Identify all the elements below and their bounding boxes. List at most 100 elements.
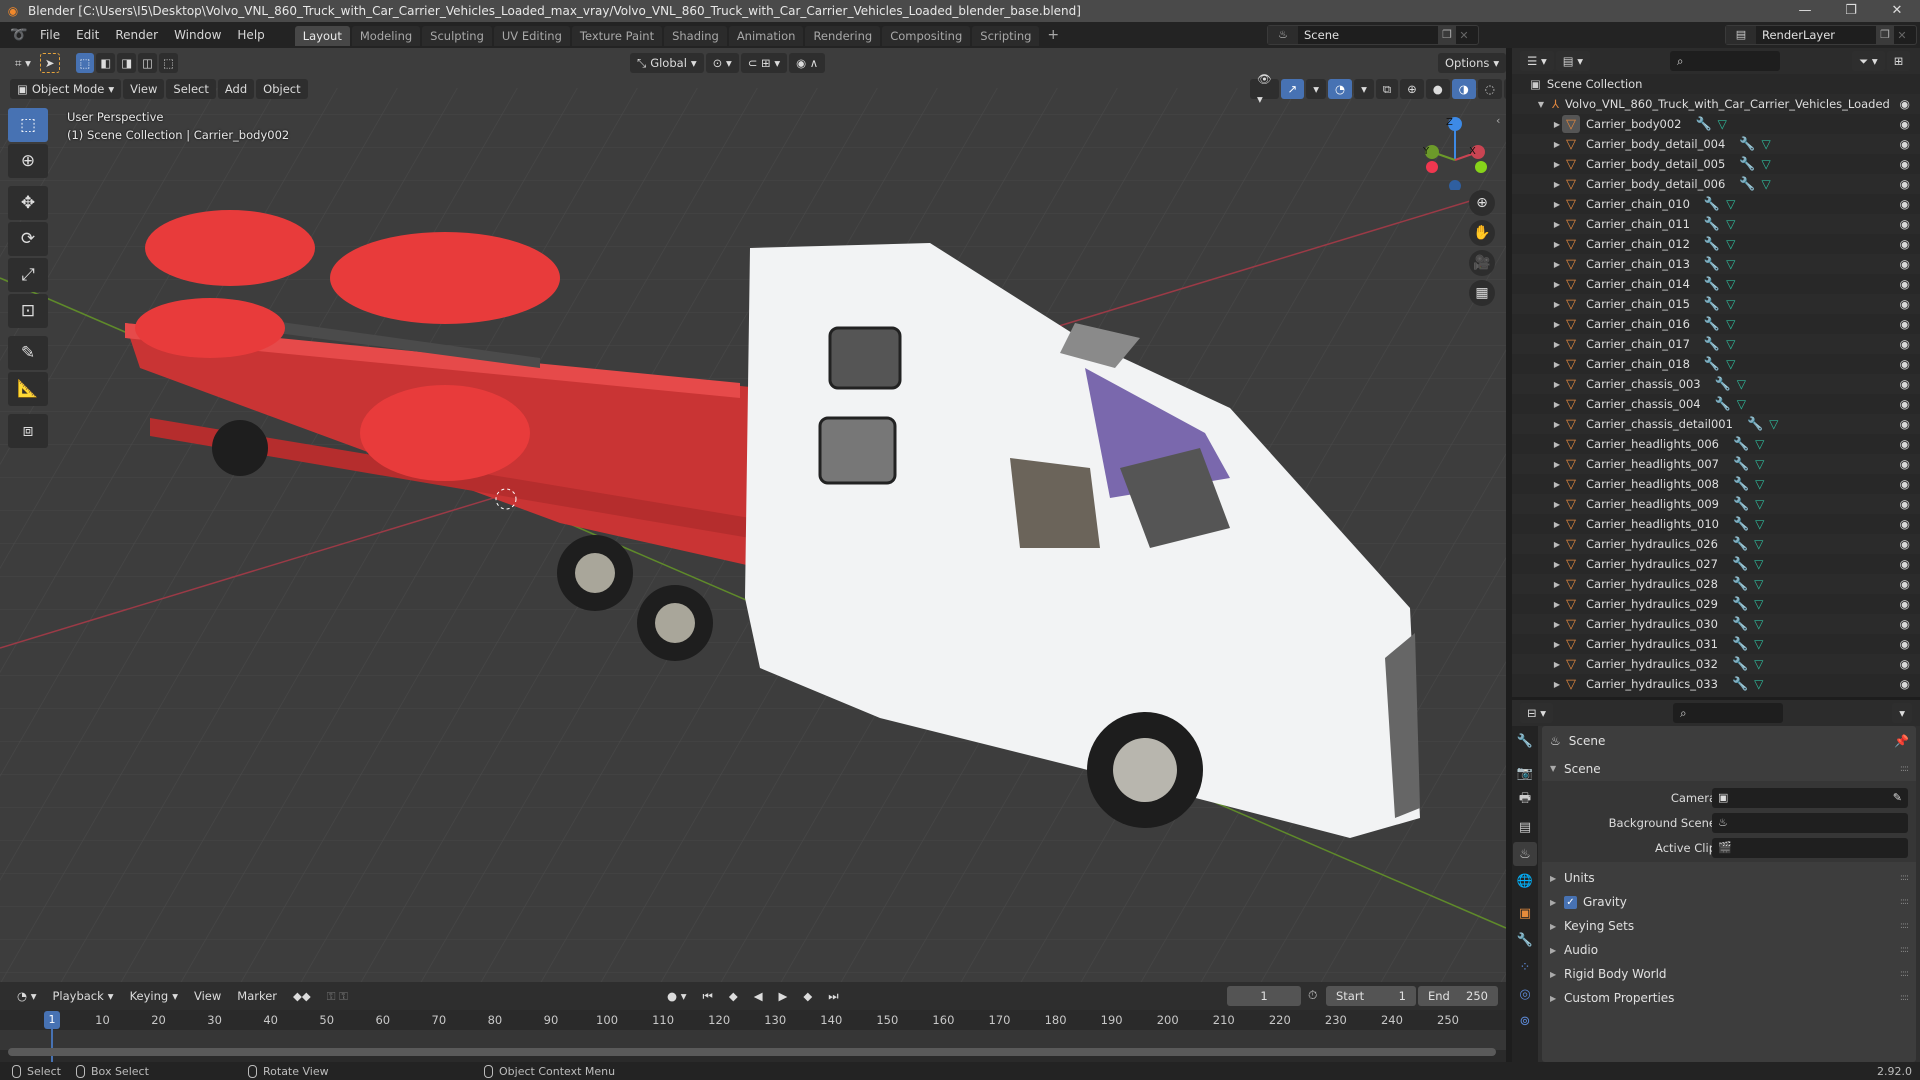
visibility-eye-icon[interactable]: ◉	[1900, 617, 1910, 631]
gravity-checkbox[interactable]: ✓	[1564, 895, 1577, 909]
display-mode-dropdown[interactable]: ▤ ▾	[1555, 51, 1591, 71]
scene-collection-row[interactable]: ▣ Scene Collection	[1512, 74, 1920, 94]
properties-editor-type-icon[interactable]: ⊟ ▾	[1520, 703, 1554, 723]
drag-handle-icon[interactable]: ::::	[1900, 993, 1909, 1003]
modifier-wrench-icon[interactable]: 🔧	[1704, 277, 1720, 292]
modifier-wrench-icon[interactable]: 🔧	[1715, 377, 1731, 392]
expand-triangle-icon[interactable]: ▶	[1552, 340, 1562, 349]
modifier-wrench-icon[interactable]: 🔧	[1704, 317, 1720, 332]
object-name[interactable]: Carrier_chain_010	[1586, 197, 1690, 211]
pin-icon[interactable]: 📌	[1894, 734, 1909, 748]
camera-field[interactable]: ▣ ✎	[1712, 787, 1908, 808]
playback-menu[interactable]: Playback ▾	[45, 986, 121, 1006]
outliner-editor-type-icon[interactable]: ☰ ▾	[1520, 51, 1554, 71]
view-layer-name[interactable]: RenderLayer	[1756, 28, 1876, 42]
modifier-wrench-icon[interactable]: 🔧	[1704, 217, 1720, 232]
tab-texture-paint[interactable]: Texture Paint	[571, 26, 663, 46]
object-tab-icon[interactable]: ▣	[1513, 901, 1537, 925]
object-name[interactable]: Carrier_body_detail_006	[1586, 177, 1725, 191]
mesh-data-icon[interactable]: ▽	[1726, 337, 1735, 351]
delete-view-layer-icon[interactable]: ✕	[1894, 29, 1910, 42]
visibility-eye-icon[interactable]: ◉	[1900, 277, 1910, 291]
mesh-data-icon[interactable]: ▽	[1726, 317, 1735, 331]
tab-shading[interactable]: Shading	[664, 26, 727, 46]
modifier-wrench-icon[interactable]: 🔧	[1732, 637, 1748, 652]
keying-menu[interactable]: Keying ▾	[122, 986, 185, 1006]
menu-help[interactable]: Help	[229, 22, 272, 48]
menu-object[interactable]: Object	[256, 79, 308, 99]
outliner-search-input[interactable]: ⌕	[1670, 51, 1781, 71]
tab-layout[interactable]: Layout	[294, 26, 350, 46]
modifier-wrench-icon[interactable]: 🔧	[1732, 617, 1748, 632]
object-name[interactable]: Carrier_headlights_008	[1586, 477, 1719, 491]
play-button[interactable]: ▶	[771, 986, 795, 1006]
world-tab-icon[interactable]: 🌐	[1513, 869, 1537, 893]
object-name[interactable]: Carrier_headlights_007	[1586, 457, 1719, 471]
tab-compositing[interactable]: Compositing	[882, 26, 971, 46]
jump-start-button[interactable]: ⏮	[695, 986, 720, 1006]
expand-triangle-icon[interactable]: ▶	[1552, 680, 1562, 689]
select-mode-subtract-icon[interactable]: ◨	[117, 53, 137, 73]
section-rigid-body-world[interactable]: ▶ Rigid Body World::::	[1542, 962, 1916, 986]
active-clip-field[interactable]: 🎬	[1712, 837, 1908, 858]
end-frame-field[interactable]: End 250	[1418, 986, 1498, 1006]
expand-triangle-icon[interactable]: ▶	[1552, 360, 1562, 369]
scene-name[interactable]: Scene	[1298, 28, 1438, 42]
mesh-data-icon[interactable]: ▽	[1754, 637, 1763, 651]
measure-tool[interactable]: 📐	[8, 372, 48, 406]
select-mode-extend-icon[interactable]: ◧	[96, 53, 116, 73]
select-mode-new-icon[interactable]: ⬚	[75, 53, 95, 73]
ortho-toggle-icon[interactable]: ▦	[1469, 280, 1495, 306]
outliner-item[interactable]: ▶ ▽ Carrier_body_detail_006 🔧 ▽ ◉	[1512, 174, 1920, 194]
expand-triangle-icon[interactable]: ▶	[1552, 160, 1562, 169]
select-box-tool[interactable]: ⬚	[8, 108, 48, 142]
overlay-toggle[interactable]: ◔	[1328, 79, 1353, 99]
expand-triangle-icon[interactable]: ▶	[1552, 620, 1562, 629]
new-collection-icon[interactable]: ⊞	[1886, 51, 1911, 71]
tab-sculpting[interactable]: Sculpting	[422, 26, 492, 46]
expand-triangle-icon[interactable]: ▶	[1552, 260, 1562, 269]
visibility-eye-icon[interactable]: ◉	[1900, 677, 1910, 691]
visibility-eye-icon[interactable]: ◉	[1900, 317, 1910, 331]
outliner-item[interactable]: ▶ ▽ Carrier_hydraulics_029 🔧 ▽ ◉	[1512, 594, 1920, 614]
modifier-wrench-icon[interactable]: 🔧	[1704, 197, 1720, 212]
close-button[interactable]: ✕	[1874, 0, 1920, 22]
sidebar-toggle-icon[interactable]: ‹	[1496, 114, 1500, 127]
outliner-item[interactable]: ▶ ▽ Carrier_headlights_009 🔧 ▽ ◉	[1512, 494, 1920, 514]
menu-edit[interactable]: Edit	[68, 22, 107, 48]
transform-orientation-dropdown[interactable]: ⤡ Global ▾	[630, 53, 704, 73]
overlay-dropdown[interactable]: ▾	[1354, 79, 1374, 99]
camera-view-icon[interactable]: 🎥	[1469, 250, 1495, 276]
visibility-eye-icon[interactable]: ◉	[1900, 457, 1910, 471]
visibility-eye-icon[interactable]: ◉	[1900, 637, 1910, 651]
outliner-item[interactable]: ▶ ▽ Carrier_hydraulics_027 🔧 ▽ ◉	[1512, 554, 1920, 574]
outliner-item[interactable]: ▶ ▽ Carrier_hydraulics_033 🔧 ▽ ◉	[1512, 674, 1920, 694]
scene-tab-icon[interactable]: ♨	[1513, 842, 1537, 866]
object-name[interactable]: Carrier_body002	[1586, 117, 1681, 131]
rotate-tool[interactable]: ⟳	[8, 222, 48, 256]
modifier-wrench-icon[interactable]: 🔧	[1733, 457, 1749, 472]
object-name[interactable]: Carrier_body_detail_005	[1586, 157, 1725, 171]
modifier-wrench-icon[interactable]: 🔧	[1733, 517, 1749, 532]
expand-triangle-icon[interactable]: ▶	[1552, 300, 1562, 309]
object-name[interactable]: Carrier_body_detail_004	[1586, 137, 1725, 151]
object-name[interactable]: Carrier_hydraulics_032	[1586, 657, 1718, 671]
mesh-data-icon[interactable]: ▽	[1754, 597, 1763, 611]
expand-triangle-icon[interactable]: ▶	[1552, 320, 1562, 329]
mesh-data-icon[interactable]: ▽	[1755, 437, 1764, 451]
insert-keyframe-icon[interactable]: ⚿ ⚿	[320, 986, 355, 1006]
object-name[interactable]: Carrier_chain_016	[1586, 317, 1690, 331]
expand-triangle-icon[interactable]: ▶	[1552, 660, 1562, 669]
mesh-data-icon[interactable]: ▽	[1726, 257, 1735, 271]
drag-handle-icon[interactable]: ::::	[1900, 873, 1909, 883]
object-name[interactable]: Carrier_hydraulics_029	[1586, 597, 1718, 611]
outliner-item[interactable]: ▶ ▽ Carrier_chain_016 🔧 ▽ ◉	[1512, 314, 1920, 334]
minimize-button[interactable]: —	[1782, 0, 1828, 22]
mesh-data-icon[interactable]: ▽	[1754, 617, 1763, 631]
timeline-view-menu[interactable]: View	[187, 986, 228, 1006]
visibility-eye-icon[interactable]: ◉	[1900, 557, 1910, 571]
visibility-eye-icon[interactable]: ◉	[1900, 197, 1910, 211]
visibility-eye-icon[interactable]: ◉	[1900, 297, 1910, 311]
mesh-data-icon[interactable]: ▽	[1761, 157, 1770, 171]
cursor-tool[interactable]: ⊕	[8, 144, 48, 178]
